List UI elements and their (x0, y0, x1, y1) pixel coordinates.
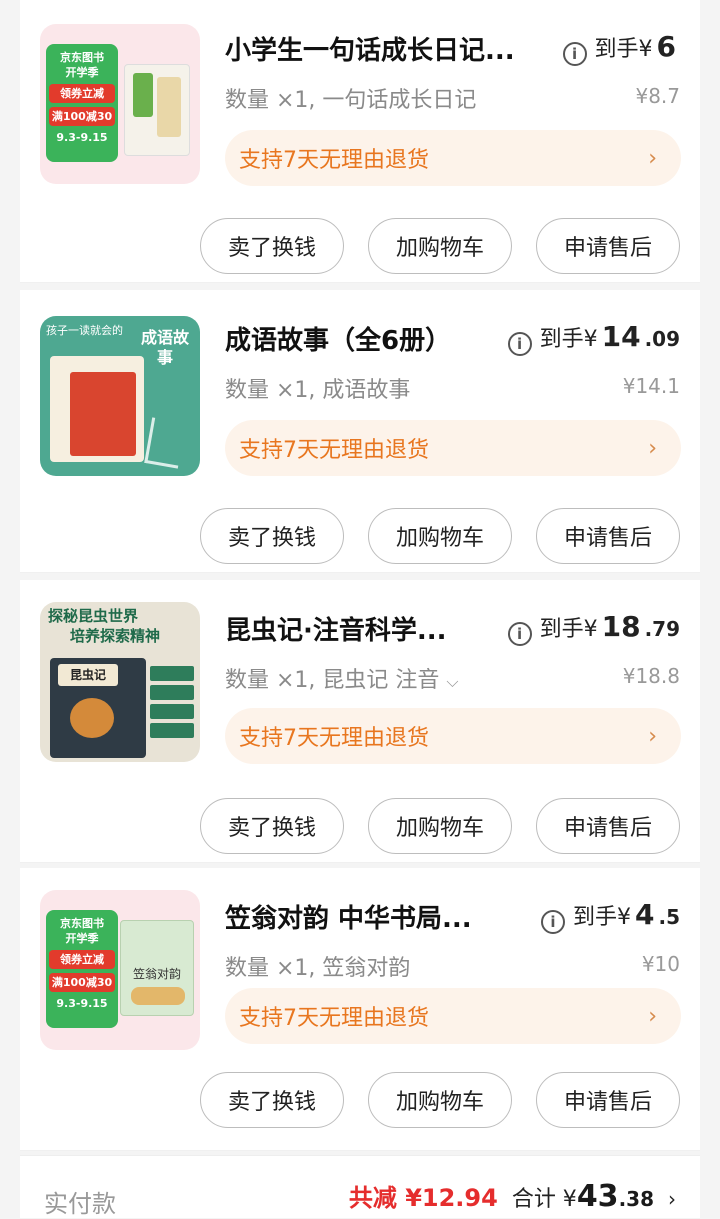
promo-badge: 京东图书 开学季 领券立减 满100减30 9.3-9.15 (46, 910, 118, 1028)
add-to-cart-button[interactable]: 加购物车 (368, 218, 512, 274)
order-item[interactable]: 探秘昆虫世界 培养探索精神 昆虫记 昆虫记·注音科学... i 到手¥ 18.79… (20, 580, 700, 863)
quantity-spec: 数量 ×1, 成语故事 (225, 378, 411, 403)
order-item[interactable]: 京东图书 开学季 领券立减 满100减30 9.3-9.15 笠翁对韵 笠翁对韵… (20, 868, 700, 1151)
product-title[interactable]: 小学生一句话成长日记... (225, 30, 515, 67)
action-buttons: 卖了换钱 加购物车 申请售后 (200, 218, 680, 274)
original-price: ¥18.8 (622, 664, 680, 688)
add-to-cart-button[interactable]: 加购物车 (368, 508, 512, 564)
order-item[interactable]: 成语故事 孩子一读就会的 成语故事（全6册） i 到手¥ 14.09 数量 ×1,… (20, 290, 700, 573)
after-sale-button[interactable]: 申请售后 (536, 798, 680, 854)
book-slogan: 探秘昆虫世界 培养探索精神 (48, 607, 161, 645)
original-price: ¥14.1 (622, 374, 680, 398)
info-icon[interactable]: i (507, 622, 532, 646)
product-title[interactable]: 笠翁对韵 中华书局... (225, 898, 472, 935)
quantity-spec: 数量 ×1, 笠翁对韵 (225, 956, 411, 981)
final-price: i 到手¥ 6 (562, 30, 680, 66)
after-sale-button[interactable]: 申请售后 (536, 218, 680, 274)
promo-badge: 京东图书 开学季 领券立减 满100减30 9.3-9.15 (46, 44, 118, 162)
chevron-down-icon: ⌵ (446, 672, 459, 691)
payment-summary: 实付款 共减 ¥12.94 合计 ¥43.38 › (20, 1155, 700, 1218)
product-image[interactable]: 京东图书 开学季 领券立减 满100减30 9.3-9.15 (40, 24, 200, 184)
return-policy-bar[interactable]: 支持7天无理由退货 › (225, 130, 681, 186)
chevron-right-icon: › (648, 145, 657, 171)
action-buttons: 卖了换钱 加购物车 申请售后 (200, 508, 680, 564)
sell-button[interactable]: 卖了换钱 (200, 508, 344, 564)
book-cover (124, 64, 190, 156)
total-discount: 共减 ¥12.94 (348, 1184, 498, 1212)
final-price: i 到手¥ 18.79 (507, 610, 680, 646)
sell-button[interactable]: 卖了换钱 (200, 218, 344, 274)
book-cover (70, 372, 136, 456)
return-policy-text: 支持7天无理由退货 (239, 726, 429, 751)
feature-tags (150, 666, 194, 742)
total-amount: 合计 ¥43.38 (511, 1179, 654, 1214)
return-policy-bar[interactable]: 支持7天无理由退货 › (225, 708, 681, 764)
add-to-cart-button[interactable]: 加购物车 (368, 1072, 512, 1128)
quantity-spec[interactable]: 数量 ×1, 昆虫记 注音 ⌵ (225, 662, 459, 694)
book-cover: 昆虫记 (50, 658, 146, 758)
return-policy-bar[interactable]: 支持7天无理由退货 › (225, 988, 681, 1044)
return-policy-text: 支持7天无理由退货 (239, 148, 429, 173)
info-icon[interactable]: i (507, 332, 532, 356)
order-item[interactable]: 京东图书 开学季 领券立减 满100减30 9.3-9.15 小学生一句话成长日… (20, 0, 700, 283)
paid-amount-label: 实付款 (44, 1190, 116, 1218)
return-policy-text: 支持7天无理由退货 (239, 1006, 429, 1031)
action-buttons: 卖了换钱 加购物车 申请售后 (200, 798, 680, 854)
original-price: ¥10 (641, 952, 680, 976)
quantity-spec: 数量 ×1, 一句话成长日记 (225, 88, 477, 113)
book-title-art: 成语故事 (140, 328, 189, 367)
total-summary[interactable]: 共减 ¥12.94 合计 ¥43.38 › (349, 1178, 676, 1214)
chevron-right-icon: › (648, 723, 657, 749)
after-sale-button[interactable]: 申请售后 (536, 508, 680, 564)
product-image[interactable]: 京东图书 开学季 领券立减 满100减30 9.3-9.15 笠翁对韵 (40, 890, 200, 1050)
product-image[interactable]: 成语故事 孩子一读就会的 (40, 316, 200, 476)
chevron-right-icon: › (648, 435, 657, 461)
product-title[interactable]: 昆虫记·注音科学... (225, 610, 447, 647)
return-policy-text: 支持7天无理由退货 (239, 438, 429, 463)
final-price: i 到手¥ 14.09 (507, 320, 680, 356)
crane-figure (144, 417, 186, 469)
info-icon[interactable]: i (541, 910, 565, 934)
sell-button[interactable]: 卖了换钱 (200, 1072, 344, 1128)
chevron-right-icon: › (648, 1003, 657, 1029)
product-title[interactable]: 成语故事（全6册） (225, 320, 451, 357)
info-icon[interactable]: i (562, 42, 587, 66)
book-cover: 笠翁对韵 (120, 920, 194, 1016)
product-image[interactable]: 探秘昆虫世界 培养探索精神 昆虫记 (40, 602, 200, 762)
final-price: i 到手¥ 4.5 (541, 898, 680, 934)
return-policy-bar[interactable]: 支持7天无理由退货 › (225, 420, 681, 476)
sell-button[interactable]: 卖了换钱 (200, 798, 344, 854)
after-sale-button[interactable]: 申请售后 (536, 1072, 680, 1128)
book-slogan: 孩子一读就会的 (46, 324, 123, 337)
chevron-right-icon: › (668, 1187, 676, 1211)
add-to-cart-button[interactable]: 加购物车 (368, 798, 512, 854)
original-price: ¥8.7 (635, 84, 680, 108)
action-buttons: 卖了换钱 加购物车 申请售后 (200, 1072, 680, 1128)
